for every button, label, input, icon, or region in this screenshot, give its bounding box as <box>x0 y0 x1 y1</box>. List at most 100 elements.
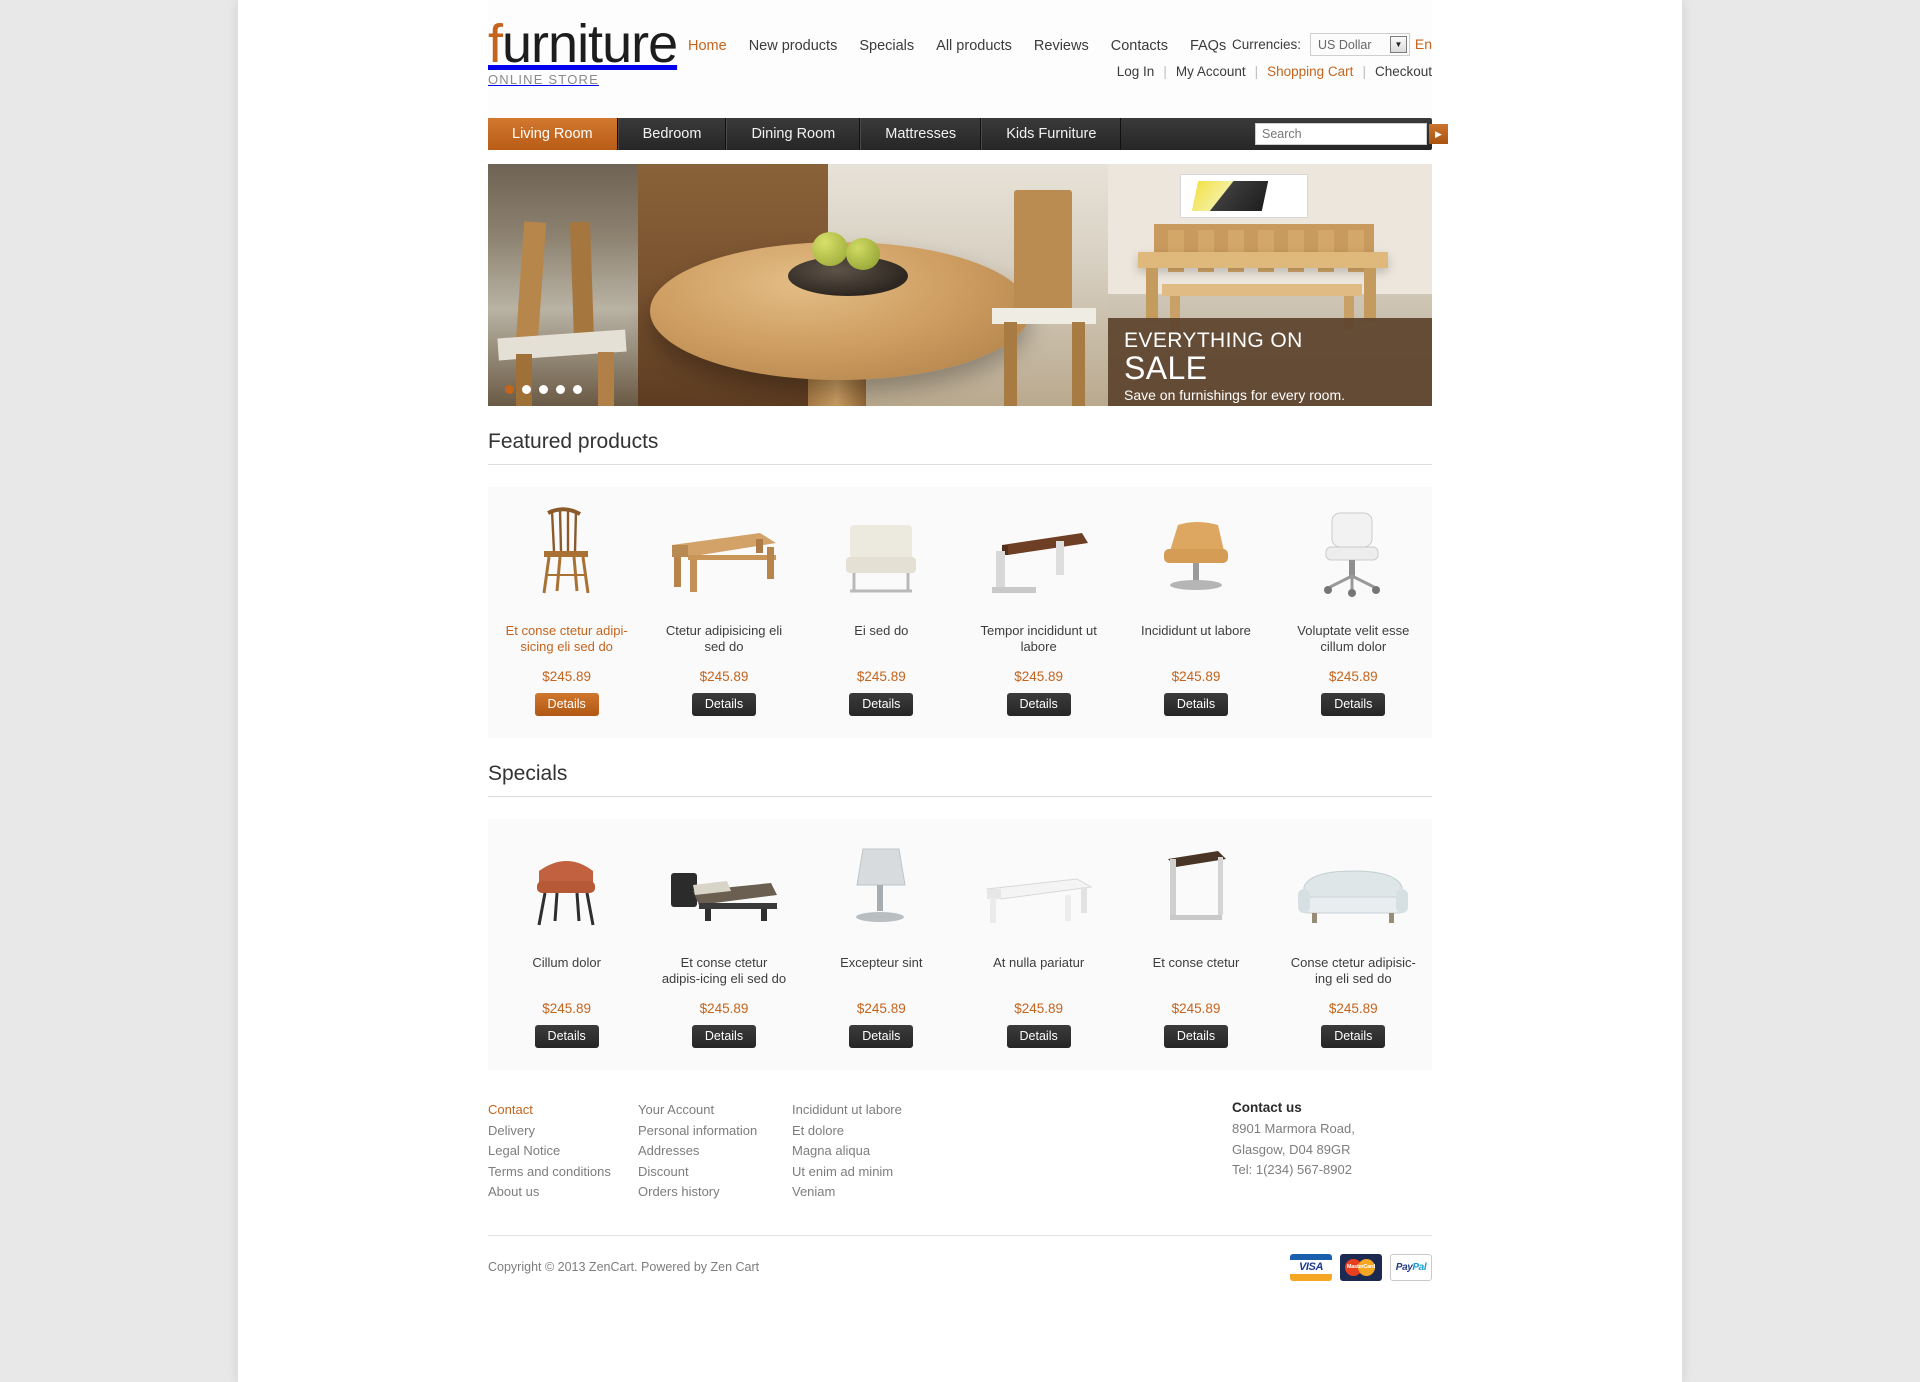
product-details-button[interactable]: Details <box>1006 1025 1071 1048</box>
product-thumbnail-white-coffee-table[interactable] <box>974 837 1104 929</box>
product-details-button[interactable]: Details <box>1163 693 1229 716</box>
footer-link-about-us[interactable]: About us <box>488 1182 618 1203</box>
topnav-item-faqs[interactable]: FAQs <box>1190 38 1226 54</box>
topnav-item-reviews[interactable]: Reviews <box>1034 38 1089 54</box>
footer-link-contact[interactable]: Contact <box>488 1100 618 1121</box>
product-card[interactable]: Excepteur sint $245.89 Details <box>803 837 960 1048</box>
footer-link-discount[interactable]: Discount <box>638 1162 772 1183</box>
product-card[interactable]: Tempor incididunt ut labore $245.89 Deta… <box>960 505 1117 716</box>
product-details-button[interactable]: Details <box>1321 1025 1386 1048</box>
currency-select[interactable]: US Dollar ▼ <box>1310 33 1410 56</box>
slider-dot-5[interactable] <box>573 385 582 394</box>
product-title[interactable]: Ctetur adipisicing eli sed do <box>661 623 786 655</box>
topnav-item-home[interactable]: Home <box>688 38 727 54</box>
product-thumbnail-chesterfield-sofa[interactable] <box>1288 837 1418 929</box>
product-card[interactable]: Voluptate velit esse cillum dolor $245.8… <box>1275 505 1432 716</box>
featured-products-heading: Featured products <box>488 406 1432 465</box>
long-table-decor <box>1138 252 1388 268</box>
product-details-button[interactable]: Details <box>1163 1025 1229 1048</box>
topnav-item-specials[interactable]: Specials <box>859 38 914 54</box>
footer-link-ut-enim-ad-minim[interactable]: Ut enim ad minim <box>792 1162 1142 1183</box>
product-title[interactable]: Excepteur sint <box>819 955 944 987</box>
footer-link-magna-aliqua[interactable]: Magna aliqua <box>792 1141 1142 1162</box>
product-card[interactable]: Et conse ctetur $245.89 Details <box>1117 837 1274 1048</box>
product-title[interactable]: Tempor incididunt ut labore <box>976 623 1101 655</box>
footer-link-addresses[interactable]: Addresses <box>638 1141 772 1162</box>
slider-dot-1[interactable] <box>505 385 514 394</box>
product-card[interactable]: Ei sed do $245.89 Details <box>803 505 960 716</box>
product-thumbnail-wood-table[interactable] <box>659 505 789 597</box>
slider-dot-4[interactable] <box>556 385 565 394</box>
bench-decor <box>1162 284 1362 296</box>
product-details-button[interactable]: Details <box>849 1025 914 1048</box>
search-submit-button[interactable]: ▶ <box>1429 124 1448 144</box>
product-title[interactable]: Voluptate velit esse cillum dolor <box>1291 623 1416 655</box>
product-title[interactable]: Conse ctetur adipisic-ing eli sed do <box>1291 955 1416 987</box>
account-separator-2: | <box>1254 64 1259 79</box>
product-details-button[interactable]: Details <box>534 1025 599 1048</box>
product-thumbnail-cream-lounge-chair[interactable] <box>816 505 946 597</box>
language-switch-en[interactable]: En <box>1415 36 1432 52</box>
footer-link-veniam[interactable]: Veniam <box>792 1182 1142 1203</box>
product-card[interactable]: At nulla pariatur $245.89 Details <box>960 837 1117 1048</box>
product-title[interactable]: Incididunt ut labore <box>1133 623 1258 655</box>
product-title[interactable]: At nulla pariatur <box>976 955 1101 987</box>
topnav-item-contacts[interactable]: Contacts <box>1111 38 1168 54</box>
nav-item-kids-furniture[interactable]: Kids Furniture <box>981 118 1122 150</box>
product-thumbnail-side-table[interactable] <box>1131 837 1261 929</box>
product-title[interactable]: Ei sed do <box>819 623 944 655</box>
shopping-cart-link[interactable]: Shopping Cart <box>1267 64 1353 79</box>
footer-link-personal-information[interactable]: Personal information <box>638 1121 772 1142</box>
product-price: $245.89 <box>699 669 749 684</box>
contact-us-heading: Contact us <box>1232 1100 1302 1115</box>
checkout-link[interactable]: Checkout <box>1375 64 1432 79</box>
product-thumbnail-orange-armchair[interactable] <box>502 837 632 929</box>
product-title[interactable]: Cillum dolor <box>504 955 629 987</box>
topnav-item-all-products[interactable]: All products <box>936 38 1012 54</box>
footer-link-orders-history[interactable]: Orders history <box>638 1182 772 1203</box>
product-details-button[interactable]: Details <box>1321 693 1386 716</box>
product-card[interactable]: Ctetur adipisicing eli sed do $245.89 De… <box>645 505 802 716</box>
product-details-button[interactable]: Details <box>691 693 757 716</box>
product-title[interactable]: Et conse ctetur <box>1133 955 1258 987</box>
footer-link-delivery[interactable]: Delivery <box>488 1121 618 1142</box>
specials-heading: Specials <box>488 738 1432 797</box>
product-title[interactable]: Et conse ctetur adipi-sicing eli sed do <box>504 623 629 655</box>
footer-link-terms-and-conditions[interactable]: Terms and conditions <box>488 1162 618 1183</box>
currency-label: Currencies: <box>1231 37 1301 52</box>
nav-item-bedroom[interactable]: Bedroom <box>617 118 727 150</box>
paypal-label-b: Pal <box>1412 1261 1427 1273</box>
product-thumbnail-office-chair[interactable] <box>1288 505 1418 597</box>
footer-link-your-account[interactable]: Your Account <box>638 1100 772 1121</box>
my-account-link[interactable]: My Account <box>1176 64 1246 79</box>
product-card[interactable]: Cillum dolor $245.89 Details <box>488 837 645 1048</box>
product-title[interactable]: Et conse ctetur adipis-icing eli sed do <box>661 955 786 987</box>
product-thumbnail-windsor-chair[interactable] <box>502 505 632 597</box>
footer-link-incididunt-ut-labore[interactable]: Incididunt ut labore <box>792 1100 1142 1121</box>
product-card[interactable]: Incididunt ut labore $245.89 Details <box>1117 505 1274 716</box>
product-thumbnail-grey-swivel-chair[interactable] <box>816 837 946 929</box>
product-details-button[interactable]: Details <box>1006 693 1071 716</box>
slider-dot-2[interactable] <box>522 385 531 394</box>
nav-item-dining-room[interactable]: Dining Room <box>726 118 861 150</box>
slider-dot-3[interactable] <box>539 385 548 394</box>
log-in-link[interactable]: Log In <box>1117 64 1155 79</box>
footer-link-legal-notice[interactable]: Legal Notice <box>488 1141 618 1162</box>
nav-item-living-room[interactable]: Living Room <box>488 118 618 150</box>
product-card[interactable]: Et conse ctetur adipi-sicing eli sed do … <box>488 505 645 716</box>
product-card[interactable]: Conse ctetur adipisic-ing eli sed do $24… <box>1275 837 1432 1048</box>
product-details-button[interactable]: Details <box>849 693 914 716</box>
product-card[interactable]: Et conse ctetur adipis-icing eli sed do … <box>645 837 802 1048</box>
site-logo[interactable]: furniture ONLINE STORE <box>488 17 678 87</box>
search-input[interactable] <box>1256 124 1429 144</box>
footer-link-et-dolore[interactable]: Et dolore <box>792 1121 1142 1142</box>
topnav-item-new-products[interactable]: New products <box>749 38 838 54</box>
banner-caption: EVERYTHING ON SALE Save on furnishings f… <box>1108 318 1432 406</box>
product-thumbnail-platform-bed[interactable] <box>659 837 789 929</box>
product-details-button[interactable]: Details <box>534 693 599 716</box>
product-thumbnail-console-table[interactable] <box>974 505 1104 597</box>
nav-item-mattresses[interactable]: Mattresses <box>860 118 982 150</box>
hero-banner[interactable]: EVERYTHING ON SALE Save on furnishings f… <box>488 164 1432 406</box>
product-details-button[interactable]: Details <box>691 1025 757 1048</box>
product-thumbnail-tan-swivel-chair[interactable] <box>1131 505 1261 597</box>
